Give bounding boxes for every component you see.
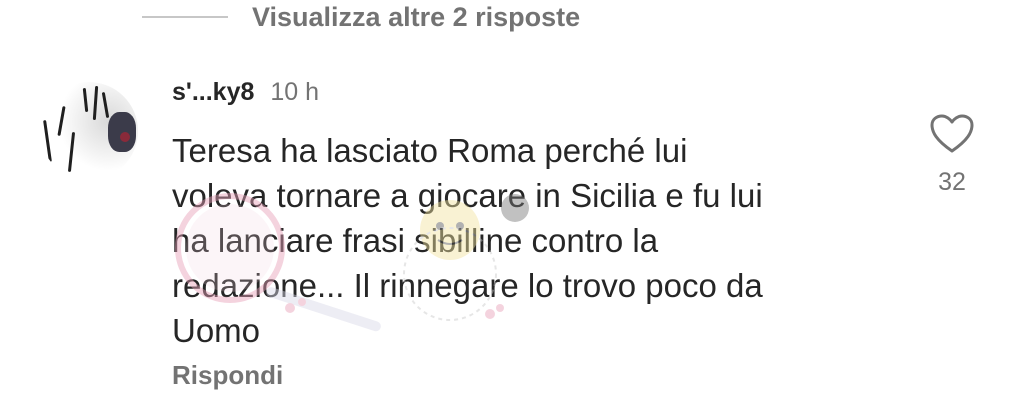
comment-text: Teresa ha lasciato Roma perché lui volev…: [172, 132, 763, 349]
thread-line: [142, 16, 228, 18]
thread-replies-row: Visualizza altre 2 risposte: [142, 0, 580, 34]
avatar[interactable]: [40, 82, 138, 180]
username[interactable]: s'...ky8: [172, 78, 254, 107]
heart-outline-icon[interactable]: [930, 114, 974, 154]
comment-header: s'...ky8 10 h: [172, 78, 319, 107]
timestamp: 10 h: [270, 78, 320, 106]
like-count: 32: [938, 168, 966, 196]
like-column: 32: [924, 114, 980, 197]
reply-button[interactable]: Rispondi: [172, 360, 283, 391]
view-more-replies-button[interactable]: Visualizza altre 2 risposte: [252, 2, 580, 33]
